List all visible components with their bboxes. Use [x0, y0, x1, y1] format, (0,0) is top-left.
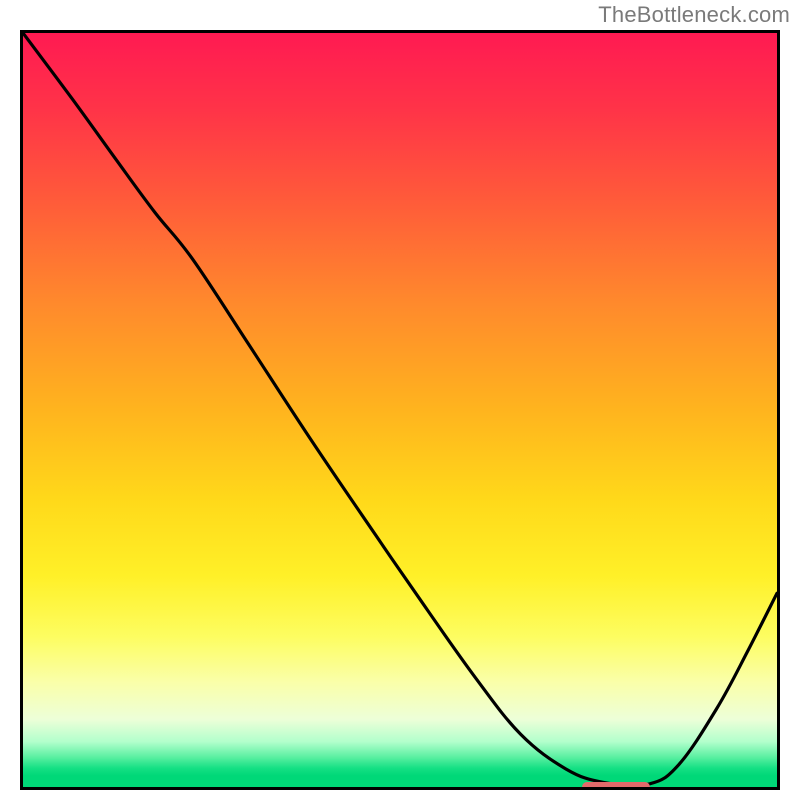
chart-frame — [20, 30, 780, 790]
minimum-marker — [582, 782, 650, 790]
chart-curve — [23, 33, 777, 787]
watermark-label: TheBottleneck.com — [598, 2, 790, 28]
